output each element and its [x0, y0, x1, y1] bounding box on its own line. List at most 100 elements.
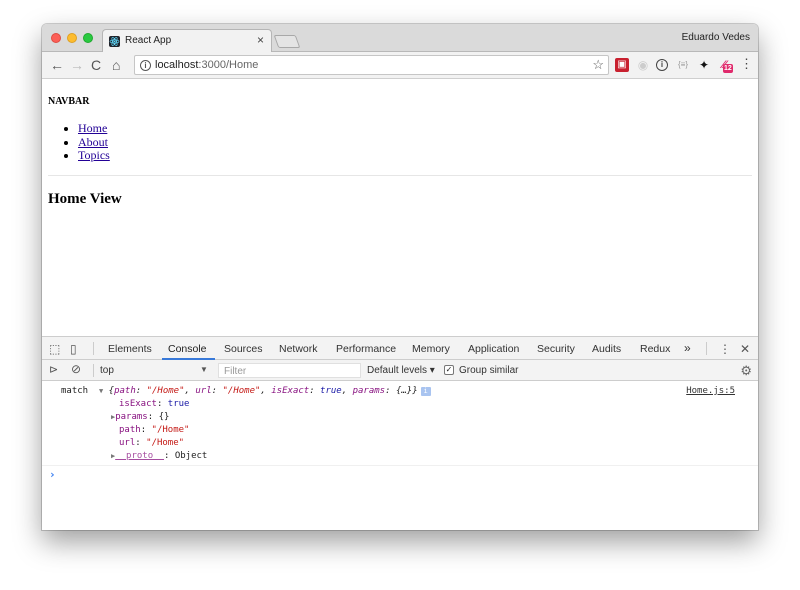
inspect-element-icon[interactable]: ⬚ — [49, 342, 60, 356]
browser-tab[interactable]: React App × — [102, 29, 272, 53]
url-path: :3000/Home — [198, 59, 259, 71]
browser-toolbar: ← → C ⌂ i localhost:3000/Home ☆ ▣ ◉ i {≡… — [42, 52, 758, 79]
info-badge-icon[interactable]: i — [420, 387, 431, 396]
filter-placeholder: Filter — [224, 366, 247, 377]
extension-info-icon[interactable]: i — [656, 59, 668, 71]
property-value: "/Home" — [146, 438, 185, 448]
group-similar-checkbox[interactable]: ✓ — [444, 365, 454, 375]
property-key: __proto__ — [115, 451, 164, 461]
toolbar-separator — [706, 342, 707, 355]
summary-key: url — [195, 386, 212, 396]
summary-key: isExact — [271, 386, 310, 396]
nav-item-topics: Topics — [78, 148, 110, 163]
devtools-tab-bar: ⬚ ▯ Elements Console Sources Network Per… — [42, 337, 758, 360]
extension-gray-icon[interactable]: ◉ — [636, 58, 650, 72]
group-similar-label: Group similar — [459, 365, 519, 376]
tab-redux[interactable]: Redux — [640, 343, 670, 355]
expand-triangle-icon[interactable]: ▼ — [99, 387, 103, 395]
devtools-menu-icon[interactable]: ⋮ — [719, 342, 731, 356]
tab-security[interactable]: Security — [537, 343, 575, 355]
context-dropdown-icon[interactable]: ▼ — [200, 365, 208, 374]
address-bar[interactable]: i localhost:3000/Home ☆ — [134, 55, 609, 75]
prompt-divider — [42, 465, 758, 466]
console-prompt-icon[interactable]: › — [49, 468, 56, 481]
nav-item-about: About — [78, 135, 110, 150]
tab-audits[interactable]: Audits — [592, 343, 621, 355]
extension-badge: 12 — [723, 64, 733, 73]
close-devtools-icon[interactable]: ✕ — [740, 342, 750, 356]
tab-strip: React App × Eduardo Vedes — [42, 24, 758, 53]
browser-window: React App × Eduardo Vedes ← → C ⌂ i loca… — [42, 24, 758, 530]
tab-close-icon[interactable]: × — [257, 33, 264, 47]
nav-link-about[interactable]: About — [78, 135, 108, 149]
reload-icon[interactable]: C — [91, 56, 101, 74]
nav-link-home[interactable]: Home — [78, 121, 107, 135]
tab-memory[interactable]: Memory — [412, 343, 450, 355]
property-key: url — [119, 438, 136, 448]
tab-application[interactable]: Application — [468, 343, 519, 355]
log-source-link[interactable]: Home.js:5 — [686, 386, 735, 396]
site-info-icon[interactable]: i — [140, 60, 151, 71]
toolbar-separator — [93, 342, 94, 355]
tab-elements[interactable]: Elements — [108, 343, 152, 355]
console-output: match ▼ {path: "/Home", url: "/Home", is… — [42, 381, 758, 530]
maximize-window-button[interactable] — [83, 33, 93, 43]
property-key: path — [119, 425, 141, 435]
extension-json-icon[interactable]: {≡} — [676, 58, 690, 72]
extension-red-icon[interactable]: ▣ — [615, 58, 629, 72]
react-favicon-icon — [109, 36, 120, 47]
back-arrow-icon[interactable]: ← — [50, 56, 64, 74]
object-property: path: "/Home" — [119, 425, 190, 435]
tab-performance[interactable]: Performance — [336, 343, 396, 355]
device-toolbar-icon[interactable]: ▯ — [70, 342, 77, 356]
property-key: params — [115, 412, 148, 422]
object-property: isExact: true — [119, 399, 190, 409]
property-value: true — [167, 399, 190, 409]
close-window-button[interactable] — [51, 33, 61, 43]
minimize-window-button[interactable] — [67, 33, 77, 43]
context-select[interactable]: top — [100, 365, 114, 376]
bookmark-star-icon[interactable]: ☆ — [592, 57, 604, 73]
property-value: Object — [174, 451, 208, 461]
nav-list: Home About Topics — [78, 121, 110, 163]
toolbar-separator — [93, 364, 94, 377]
nav-link-topics[interactable]: Topics — [78, 148, 110, 162]
forward-arrow-icon[interactable]: → — [70, 56, 84, 74]
console-filter-input[interactable]: Filter — [218, 363, 361, 378]
sidebar-toggle-icon[interactable]: ⊳ — [49, 363, 58, 376]
url-text[interactable]: localhost:3000/Home — [155, 59, 258, 71]
property-value: {} — [158, 412, 170, 422]
url-host: localhost — [155, 59, 199, 71]
new-tab-button[interactable] — [273, 35, 301, 48]
nav-item-home: Home — [78, 121, 110, 136]
navbar-title: NAVBAR — [48, 96, 90, 107]
page-heading: Home View — [48, 191, 122, 207]
object-property[interactable]: ▶__proto__: Object — [111, 451, 207, 461]
console-toolbar: ⊳ ⊘ top ▼ Filter Default levels ▾ ✓ Grou… — [42, 360, 758, 381]
divider — [48, 175, 752, 176]
extension-redux-icon[interactable]: ⁄⁄12 — [717, 58, 733, 73]
log-label: match — [61, 386, 89, 396]
tab-network[interactable]: Network — [279, 343, 318, 355]
home-icon[interactable]: ⌂ — [112, 56, 120, 74]
browser-menu-icon[interactable]: ⋮ — [740, 56, 753, 72]
summary-key: path — [114, 386, 136, 396]
object-property[interactable]: ▶params: {} — [111, 412, 169, 422]
summary-key: params — [352, 386, 386, 396]
property-key: isExact — [119, 399, 157, 409]
tab-title: React App — [125, 35, 172, 46]
tab-console[interactable]: Console — [168, 343, 207, 355]
more-tabs-icon[interactable]: » — [684, 341, 691, 355]
devtools-panel: ⬚ ▯ Elements Console Sources Network Per… — [42, 336, 758, 530]
summary-value: "/Home" — [222, 386, 261, 396]
profile-name[interactable]: Eduardo Vedes — [682, 32, 750, 43]
clear-console-icon[interactable]: ⊘ — [71, 362, 81, 376]
summary-value: true — [320, 386, 342, 396]
tab-sources[interactable]: Sources — [224, 343, 263, 355]
log-levels-dropdown[interactable]: Default levels ▾ — [367, 365, 435, 376]
console-settings-gear-icon[interactable]: ⚙ — [740, 363, 752, 379]
object-property: url: "/Home" — [119, 438, 185, 448]
page-content: NAVBAR Home About Topics Home View — [42, 79, 758, 336]
extension-bird-icon[interactable]: ✦ — [697, 58, 711, 72]
log-object-summary[interactable]: ▼ {path: "/Home", url: "/Home", isExact:… — [99, 386, 431, 396]
